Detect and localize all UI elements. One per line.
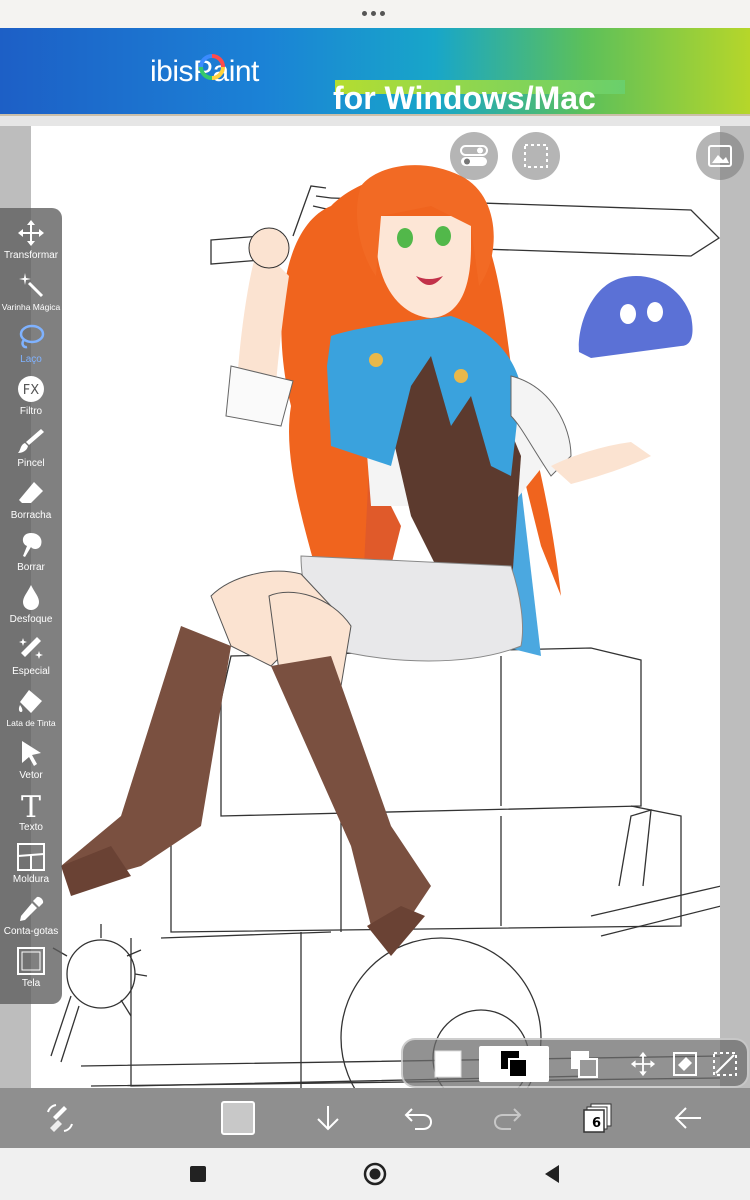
undo-button[interactable] <box>398 1098 438 1138</box>
system-nav-bar <box>0 1148 750 1200</box>
tool-text[interactable]: T Texto <box>0 788 62 840</box>
triangle-back-icon <box>545 1165 559 1183</box>
tool-transform[interactable]: Transformar <box>0 216 62 268</box>
selection-button[interactable] <box>512 132 560 180</box>
sparkle-pen-icon <box>16 634 46 664</box>
dashed-selection-icon <box>524 144 548 168</box>
image-icon <box>708 145 732 167</box>
tool-label: Pincel <box>17 458 45 469</box>
eraser-square-icon <box>673 1052 697 1076</box>
move-layer-button[interactable] <box>623 1046 663 1082</box>
drawing-canvas[interactable] <box>31 126 720 1148</box>
deselect-icon <box>713 1052 737 1076</box>
color-layer-bar <box>401 1038 749 1088</box>
square-icon <box>190 1166 206 1182</box>
tool-special[interactable]: Especial <box>0 632 62 684</box>
back-button[interactable] <box>668 1098 708 1138</box>
layer-toggle-button[interactable] <box>450 132 498 180</box>
tool-frame[interactable]: Moldura <box>0 840 62 892</box>
clear-layer-button[interactable] <box>665 1046 705 1082</box>
artwork-illustration <box>50 165 720 1139</box>
canvas-icon <box>16 946 46 976</box>
tool-vector[interactable]: Vetor <box>0 736 62 788</box>
undo-icon <box>404 1108 433 1130</box>
tool-eraser[interactable]: Borracha <box>0 476 62 528</box>
tool-label: Varinha Mágica <box>1 302 61 312</box>
tool-label: Texto <box>19 822 43 833</box>
magic-wand-icon <box>16 270 46 300</box>
tool-filter[interactable]: FX Filtro <box>0 372 62 424</box>
deselect-button[interactable] <box>705 1046 745 1082</box>
color-white-button[interactable] <box>423 1046 473 1082</box>
more-dots-icon[interactable] <box>362 11 385 16</box>
tool-blur[interactable]: Desfoque <box>0 580 62 632</box>
tool-label: Lata de Tinta <box>6 718 56 728</box>
recents-button[interactable] <box>184 1160 212 1188</box>
frame-divider-icon <box>16 842 46 872</box>
move-arrows-icon <box>630 1051 656 1077</box>
vector-pointer-icon <box>16 738 46 768</box>
tool-label: Laço <box>20 354 42 365</box>
tool-label: Conta-gotas <box>3 926 59 937</box>
tool-magic-wand[interactable]: Varinha Mágica <box>0 268 62 320</box>
download-button[interactable] <box>308 1098 348 1138</box>
eyedropper-icon <box>16 894 46 924</box>
move-arrows-icon <box>16 218 46 248</box>
tool-switch-button[interactable] <box>40 1098 80 1138</box>
tool-smudge[interactable]: Borrar <box>0 528 62 580</box>
system-back-button[interactable] <box>538 1160 566 1188</box>
top-handle-bar <box>0 0 750 28</box>
arrow-left-icon <box>674 1107 701 1129</box>
eraser-icon <box>16 478 46 508</box>
tool-label: Transformar <box>3 250 59 261</box>
arrow-down-icon <box>317 1106 339 1131</box>
color-swap-button[interactable] <box>559 1046 609 1082</box>
tool-label: Borrar <box>17 562 45 573</box>
tool-label: Moldura <box>12 874 50 885</box>
banner-separator <box>0 114 750 126</box>
redo-button[interactable] <box>488 1098 528 1138</box>
tagline: for Windows/Mac <box>333 80 596 116</box>
reference-image-button[interactable] <box>696 132 744 180</box>
smudge-icon <box>16 530 46 560</box>
brush-icon <box>16 426 46 456</box>
tool-paint-bucket[interactable]: Lata de Tinta <box>0 684 62 736</box>
svg-text:FX: FX <box>23 383 39 398</box>
layers-button[interactable]: 6 <box>578 1098 618 1138</box>
color-swatch <box>221 1101 255 1135</box>
color-wheel-icon <box>199 54 225 80</box>
toggle-icon <box>460 145 488 166</box>
text-icon: T <box>16 790 46 820</box>
tool-brush[interactable]: Pincel <box>0 424 62 476</box>
bottom-toolbar: 6 <box>0 1088 750 1148</box>
current-color-button[interactable] <box>218 1098 258 1138</box>
tool-label: Tela <box>21 978 41 989</box>
layer-count: 6 <box>592 1116 602 1131</box>
tool-lasso[interactable]: Laço <box>0 320 62 372</box>
tool-label: Desfoque <box>9 614 53 625</box>
lasso-icon <box>16 322 46 352</box>
tool-label: Vetor <box>19 770 43 781</box>
blur-drop-icon <box>16 582 46 612</box>
fx-icon: FX <box>16 374 46 404</box>
tool-palette: Transformar Varinha Mágica Laço FX Filtr… <box>0 208 62 1004</box>
tool-canvas[interactable]: Tela <box>0 944 62 996</box>
circle-home-icon <box>363 1162 387 1186</box>
promo-banner[interactable]: ibisPaint for Windows/Mac <box>0 28 750 114</box>
paint-bucket-icon <box>16 686 46 716</box>
svg-text:T: T <box>21 791 41 819</box>
brush-eraser-swap-icon <box>47 1104 73 1132</box>
tool-eyedropper[interactable]: Conta-gotas <box>0 892 62 944</box>
redo-icon <box>493 1108 522 1130</box>
color-black-button[interactable] <box>479 1046 549 1082</box>
workspace[interactable] <box>0 126 750 1148</box>
tool-label: Especial <box>12 666 50 677</box>
tool-label: Filtro <box>19 406 43 417</box>
home-button[interactable] <box>361 1160 389 1188</box>
tool-label: Borracha <box>10 510 52 521</box>
